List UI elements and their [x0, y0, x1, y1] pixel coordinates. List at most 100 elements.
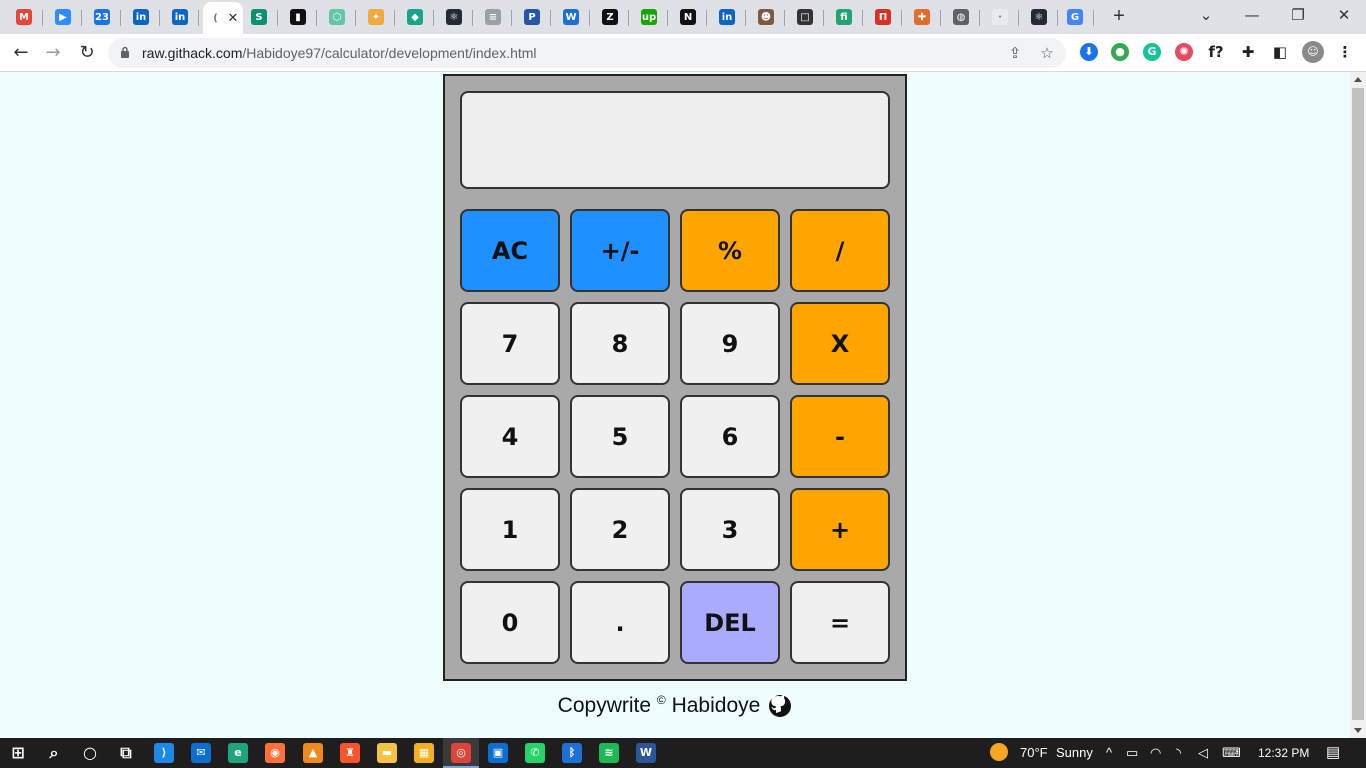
edge-icon[interactable]: e [228, 743, 248, 763]
browser-tab[interactable]: in [161, 3, 199, 31]
key-digit-5[interactable]: 5 [570, 395, 670, 478]
share-icon[interactable]: ⇪ [1006, 44, 1024, 62]
reload-button[interactable]: ↻ [74, 40, 100, 66]
key-decimal[interactable]: . [570, 581, 670, 664]
menu-icon[interactable]: ⋮ [1336, 43, 1354, 61]
browser-tab[interactable]: Z [591, 3, 629, 31]
tab-close-icon[interactable]: ✕ [228, 10, 239, 26]
search-icon[interactable]: ⌕ [44, 743, 64, 763]
browser-tab[interactable]: · [981, 3, 1019, 31]
scroll-down-icon[interactable] [1354, 728, 1362, 733]
key-multiply[interactable]: X [790, 302, 890, 385]
bluetooth-icon[interactable]: ᛒ [562, 743, 582, 763]
browser-tab[interactable]: ☻ [747, 3, 785, 31]
browser-tab[interactable]: ⚛ [435, 3, 473, 31]
sidepanel-icon[interactable]: ◧ [1271, 43, 1289, 61]
grammarly-icon[interactable]: G [1143, 43, 1161, 61]
scroll-up-icon[interactable] [1354, 77, 1362, 82]
tray-chevron-icon[interactable]: ^ [1106, 745, 1112, 760]
download-icon[interactable]: ⬇ [1080, 43, 1098, 61]
key-digit-4[interactable]: 4 [460, 395, 560, 478]
key-delete[interactable]: DEL [680, 581, 780, 664]
browser-tab[interactable]: up [630, 3, 668, 31]
wifi-icon[interactable]: ◝ [1176, 745, 1181, 761]
browser-tab[interactable]: P [513, 3, 551, 31]
windows-start-icon[interactable]: ⊞ [8, 743, 28, 763]
key-digit-3[interactable]: 3 [680, 488, 780, 571]
restore-icon[interactable]: ❐ [1286, 4, 1310, 26]
key-digit-6[interactable]: 6 [680, 395, 780, 478]
key-digit-1[interactable]: 1 [460, 488, 560, 571]
volume-icon[interactable]: ◁ [1198, 745, 1208, 761]
file-explorer-icon[interactable]: ▬ [377, 743, 397, 763]
browser-tab[interactable]: S [240, 3, 278, 31]
browser-tab[interactable]: ⚛ [1020, 3, 1058, 31]
browser-tab[interactable]: Π [864, 3, 902, 31]
chrome-icon[interactable]: ◎ [451, 743, 471, 763]
brave-icon[interactable]: ♜ [340, 743, 360, 763]
key-digit-8[interactable]: 8 [570, 302, 670, 385]
browser-tab[interactable]: in [122, 3, 160, 31]
key-all-clear[interactable]: AC [460, 209, 560, 292]
browser-tab[interactable]: (✕ [203, 2, 243, 34]
url-text[interactable]: raw.githack.com/Habidoye97/calculator/de… [142, 45, 537, 61]
key-percent[interactable]: % [680, 209, 780, 292]
browser-tab[interactable]: ≡ [474, 3, 512, 31]
browser-tab[interactable]: 23 [83, 3, 121, 31]
browser-tab[interactable]: G [1056, 3, 1094, 31]
keyboard-icon[interactable]: ⌨ [1222, 745, 1241, 761]
cortana-icon[interactable]: ○ [80, 743, 100, 763]
new-tab-button[interactable]: + [1108, 5, 1130, 27]
terminal-icon[interactable]: ▣ [488, 743, 508, 763]
browser-tab[interactable]: fi [825, 3, 863, 31]
vlc-icon[interactable]: ▲ [303, 743, 323, 763]
notifications-icon[interactable]: ▤ [1326, 743, 1340, 761]
key-digit-2[interactable]: 2 [570, 488, 670, 571]
fx-icon[interactable]: f? [1207, 43, 1225, 61]
forward-button[interactable]: → [40, 40, 66, 66]
browser-tab[interactable]: in [708, 3, 746, 31]
browser-tab[interactable]: N [669, 3, 707, 31]
weather-condition[interactable]: Sunny [1056, 745, 1093, 760]
weather-sun-icon[interactable] [990, 743, 1008, 764]
word-icon[interactable]: W [636, 743, 656, 763]
key-subtract[interactable]: - [790, 395, 890, 478]
key-digit-0[interactable]: 0 [460, 581, 560, 664]
lightbulb-icon[interactable]: ● [1111, 43, 1129, 61]
battery-icon[interactable]: ▭ [1126, 745, 1138, 761]
tab-search-icon[interactable]: ⌄ [1194, 4, 1218, 26]
key-divide[interactable]: / [790, 209, 890, 292]
browser-tab[interactable]: ⬡ [318, 3, 356, 31]
puzzle-icon[interactable]: ✚ [1239, 43, 1257, 61]
browser-tab[interactable]: □ [786, 3, 824, 31]
browser-tab[interactable]: ▶ [44, 3, 82, 31]
scrollbar-thumb[interactable] [1352, 88, 1364, 720]
vscode-icon[interactable]: ⟩ [154, 743, 174, 763]
weather-temp[interactable]: 70°F [1020, 745, 1048, 760]
key-digit-9[interactable]: 9 [680, 302, 780, 385]
close-window-icon[interactable]: ✕ [1332, 4, 1356, 26]
bookmark-star-icon[interactable]: ☆ [1038, 44, 1056, 62]
network-icon[interactable]: ◠ [1150, 745, 1161, 761]
github-icon[interactable] [768, 694, 792, 718]
browser-tab[interactable]: ✚ [903, 3, 941, 31]
address-bar[interactable]: raw.githack.com/Habidoye97/calculator/de… [108, 38, 1066, 68]
browser-tab[interactable]: W [552, 3, 590, 31]
vertical-scrollbar[interactable] [1350, 72, 1366, 738]
key-add[interactable]: + [790, 488, 890, 571]
store-icon[interactable]: ▦ [414, 743, 434, 763]
clock[interactable]: 12:32 PM [1258, 746, 1309, 760]
whatsapp-icon[interactable]: ✆ [525, 743, 545, 763]
key-toggle-sign[interactable]: +/- [570, 209, 670, 292]
browser-tab[interactable]: ✦ [357, 3, 395, 31]
browser-tab[interactable]: ▮ [279, 3, 317, 31]
minimize-icon[interactable]: — [1240, 4, 1264, 26]
key-digit-7[interactable]: 7 [460, 302, 560, 385]
profile-avatar-icon[interactable]: ☺ [1302, 41, 1324, 63]
browser-tab[interactable]: ◍ [942, 3, 980, 31]
browser-tab[interactable]: ◆ [396, 3, 434, 31]
colorwheel-icon[interactable]: ✺ [1175, 43, 1193, 61]
mail-icon[interactable]: ✉ [191, 743, 211, 763]
spotify-icon[interactable]: ≋ [599, 743, 619, 763]
firefox-icon[interactable]: ◉ [265, 743, 285, 763]
